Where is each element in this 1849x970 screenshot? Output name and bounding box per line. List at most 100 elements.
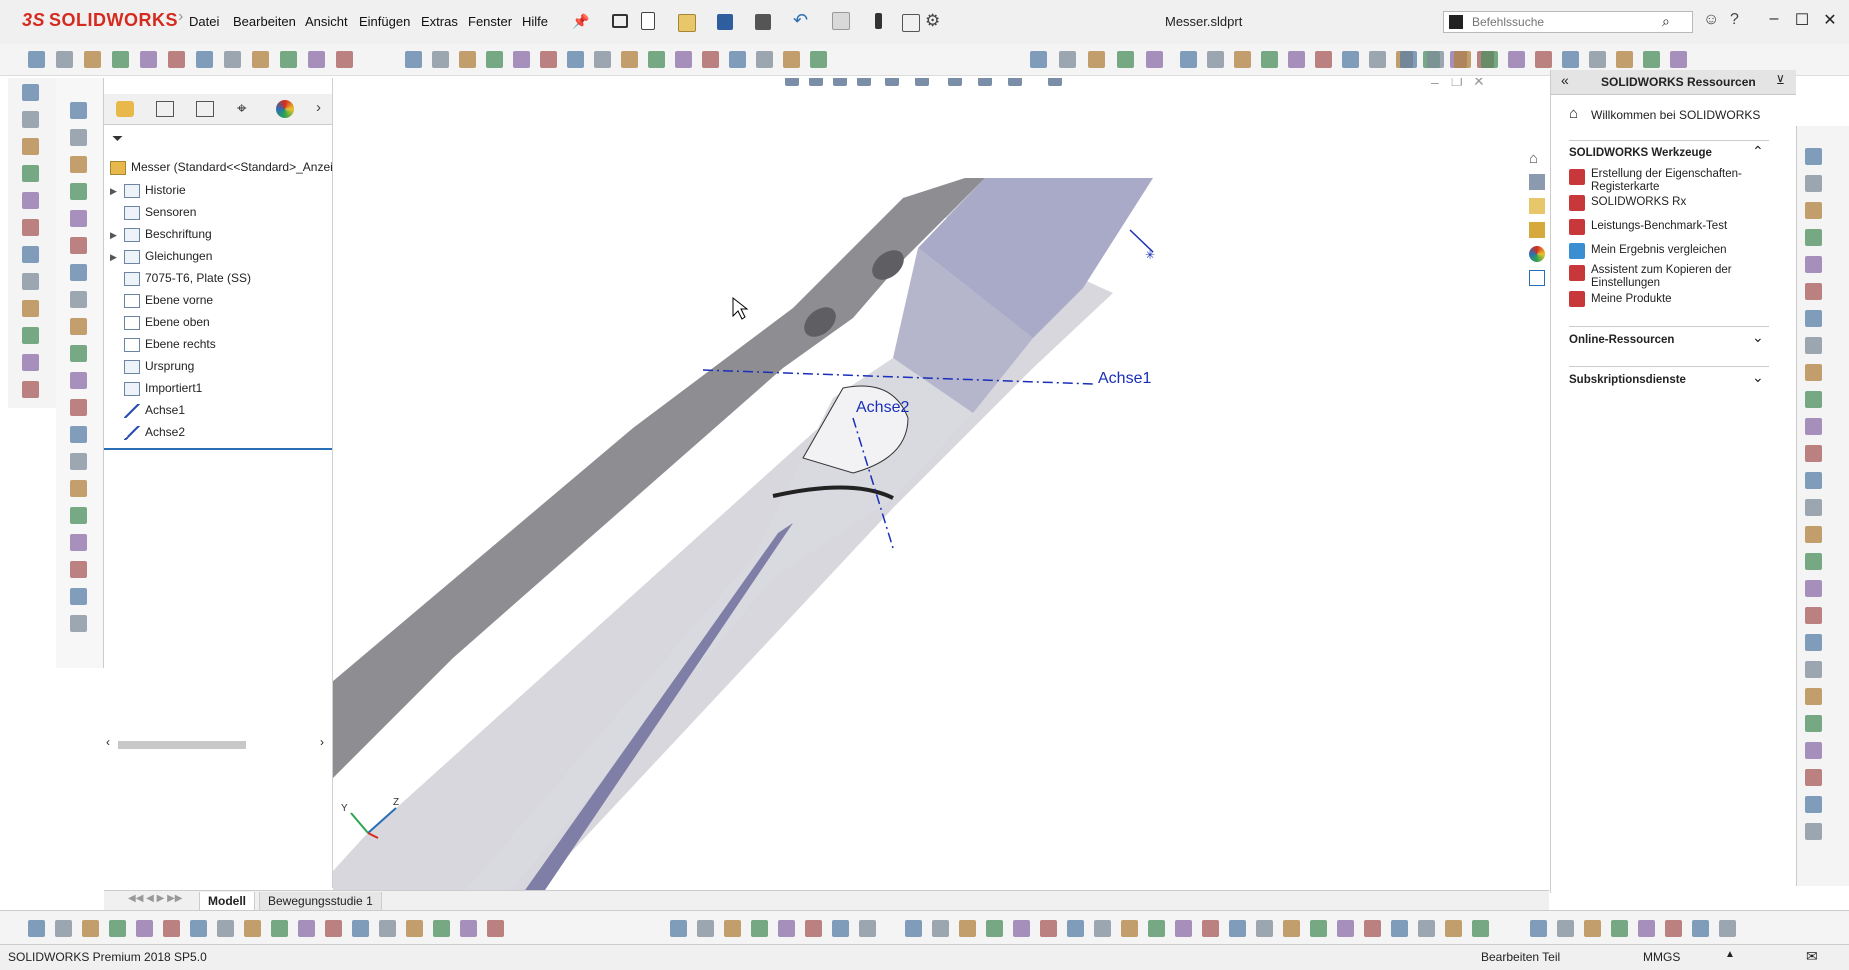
markup-tool-icon[interactable] [190, 920, 207, 937]
sketch-entity-tool-icon[interactable] [1805, 337, 1822, 354]
search-scope-icon[interactable] [1449, 15, 1463, 29]
tools-tool-icon[interactable] [1557, 920, 1574, 937]
viewport-close-icon[interactable]: ✕ [1473, 78, 1485, 90]
markup-tool-icon[interactable] [82, 920, 99, 937]
custom-properties-tab-icon[interactable] [1529, 270, 1545, 286]
toolbar-tool-icon[interactable] [280, 51, 297, 68]
sketch-entity-tool-icon[interactable] [1805, 445, 1822, 462]
sketch-entity-tool-icon[interactable] [1805, 472, 1822, 489]
view-tool-icon[interactable] [1508, 51, 1525, 68]
toolbar-tool-icon[interactable] [224, 51, 241, 68]
rollback-bar[interactable] [104, 448, 332, 450]
sketch-entity-tool-icon[interactable] [1805, 499, 1822, 516]
sketch-tool-icon[interactable] [1342, 51, 1359, 68]
dim-tool-icon[interactable] [697, 920, 714, 937]
tools-tool-icon[interactable] [1584, 920, 1601, 937]
menu-expand-icon[interactable]: › [178, 8, 183, 26]
sketch-entity-tool-icon[interactable] [1805, 769, 1822, 786]
maximize-icon[interactable]: ☐ [1790, 10, 1814, 30]
sketch-entity-tool-icon[interactable] [1805, 310, 1822, 327]
feature-cmd-tool-icon[interactable] [70, 237, 87, 254]
select-tool-icon[interactable] [1229, 920, 1246, 937]
pin-task-pane-icon[interactable]: ⊻ [1776, 73, 1785, 87]
toolbar-tool-icon[interactable] [336, 51, 353, 68]
select-tool-icon[interactable] [1175, 920, 1192, 937]
evaluate-tool-icon[interactable] [1059, 51, 1076, 68]
tree-item-gleichungen[interactable]: ▶ Gleichungen [110, 245, 212, 267]
sketch-entity-tool-icon[interactable] [1805, 175, 1822, 192]
property-manager-tab-icon[interactable] [156, 101, 174, 117]
select-tool-icon[interactable] [1067, 920, 1084, 937]
toolbar-tool-icon[interactable] [308, 51, 325, 68]
sketch-entity-tool-icon[interactable] [1805, 634, 1822, 651]
tools-tool-icon[interactable] [1692, 920, 1709, 937]
tool-compare-result[interactable]: Mein Ergebnis vergleichen [1591, 244, 1766, 257]
viewport-minimize-icon[interactable]: – [1431, 78, 1439, 90]
dim-tool-icon[interactable] [724, 920, 741, 937]
sketch-tool-icon[interactable] [1180, 51, 1197, 68]
chevron-right-icon[interactable]: › [316, 99, 321, 116]
sketch-tool-icon[interactable] [1288, 51, 1305, 68]
feature-cmd-tool-icon[interactable] [70, 183, 87, 200]
feature-tree-tab-icon[interactable] [116, 101, 134, 117]
view-tool-icon[interactable] [1481, 51, 1498, 68]
tree-item-ebene-rechts[interactable]: Ebene rechts [110, 333, 216, 355]
sketch-entity-tool-icon[interactable] [1805, 283, 1822, 300]
cmd-tool-icon[interactable] [22, 111, 39, 128]
sketch-entity-tool-icon[interactable] [1805, 202, 1822, 219]
feature-cmd-tool-icon[interactable] [70, 453, 87, 470]
sketch-entity-tool-icon[interactable] [1805, 607, 1822, 624]
menu-fenster[interactable]: Fenster [468, 14, 512, 29]
subscription-section[interactable]: Subskriptionsdienste [1569, 374, 1686, 386]
feature-tool-icon[interactable] [702, 51, 719, 68]
tree-item-ursprung[interactable]: Ursprung [110, 355, 194, 377]
view-palette-tab-icon[interactable] [1529, 222, 1545, 238]
sketch-entity-tool-icon[interactable] [1805, 742, 1822, 759]
feature-cmd-tool-icon[interactable] [70, 345, 87, 362]
home-tab-icon[interactable]: ⌂ [1529, 150, 1538, 167]
tree-item-importiert1[interactable]: Importiert1 [110, 377, 202, 399]
command-search-input[interactable] [1470, 14, 1674, 30]
select-tool-icon[interactable] [1364, 920, 1381, 937]
sketch-entity-tool-icon[interactable] [1805, 148, 1822, 165]
dim-tool-icon[interactable] [778, 920, 795, 937]
scroll-right-icon[interactable]: › [320, 735, 324, 749]
feature-cmd-tool-icon[interactable] [70, 129, 87, 146]
select-tool-icon[interactable] [1040, 920, 1057, 937]
tools-tool-icon[interactable] [1719, 920, 1736, 937]
menu-bearbeiten[interactable]: Bearbeiten [233, 14, 296, 29]
toolbar-tool-icon[interactable] [112, 51, 129, 68]
evaluate-tool-icon[interactable] [1088, 51, 1105, 68]
horizontal-scrollbar[interactable]: ‹ › [104, 735, 332, 752]
feature-cmd-tool-icon[interactable] [70, 588, 87, 605]
cmd-tool-icon[interactable] [22, 165, 39, 182]
tool-solidworks-rx[interactable]: SOLIDWORKS Rx [1591, 196, 1766, 209]
menu-extras[interactable]: Extras [421, 14, 458, 29]
dimxpert-tab-icon[interactable]: ⌖ [237, 99, 247, 119]
tree-item-sensoren[interactable]: Sensoren [110, 201, 196, 223]
markup-tool-icon[interactable] [352, 920, 369, 937]
feature-cmd-tool-icon[interactable] [70, 534, 87, 551]
tools-tool-icon[interactable] [1530, 920, 1547, 937]
feature-tool-icon[interactable] [513, 51, 530, 68]
cmd-tool-icon[interactable] [22, 354, 39, 371]
sketch-entity-tool-icon[interactable] [1805, 553, 1822, 570]
markup-tool-icon[interactable] [28, 920, 45, 937]
open-folder-icon[interactable] [678, 14, 696, 32]
menu-hilfe[interactable]: Hilfe [522, 14, 548, 29]
tree-item-achse2[interactable]: Achse2 [110, 421, 185, 443]
appearances-tab-icon[interactable] [1529, 246, 1545, 262]
file-properties-icon[interactable] [902, 14, 920, 32]
feature-cmd-tool-icon[interactable] [70, 264, 87, 281]
markup-tool-icon[interactable] [217, 920, 234, 937]
evaluate-tool-icon[interactable] [1146, 51, 1163, 68]
dim-tool-icon[interactable] [805, 920, 822, 937]
sketch-entity-tool-icon[interactable] [1805, 526, 1822, 543]
markup-tool-icon[interactable] [487, 920, 504, 937]
tree-item-ebene-vorne[interactable]: Ebene vorne [110, 289, 213, 311]
toolbar-tool-icon[interactable] [28, 51, 45, 68]
view-tool-icon[interactable] [1589, 51, 1606, 68]
select-tool-icon[interactable] [1202, 920, 1219, 937]
feature-tool-icon[interactable] [621, 51, 638, 68]
select-tool-icon[interactable] [932, 920, 949, 937]
